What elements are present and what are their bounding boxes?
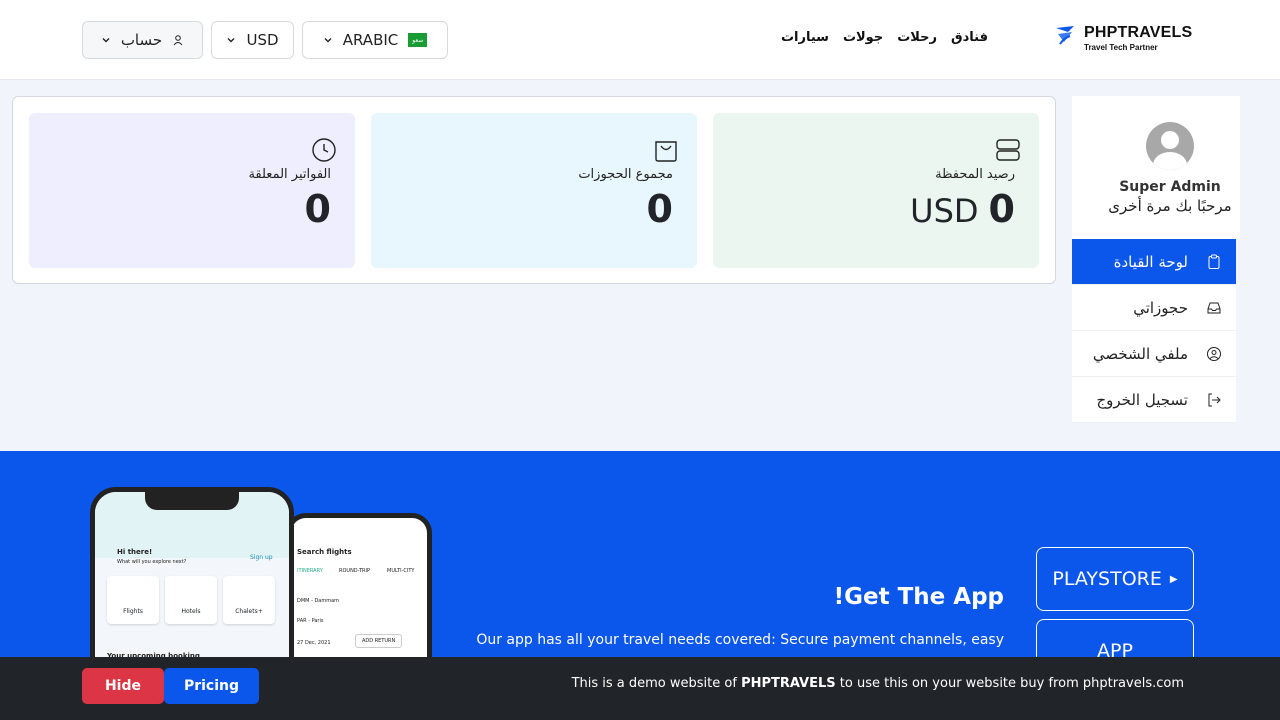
demo-notice-suffix: to use this on your website buy from php… (839, 676, 1184, 691)
nav-tours[interactable]: جولات (843, 30, 883, 45)
pending-invoices-label: الفواتير المعلقة (248, 167, 331, 182)
total-bookings-card: مجموع الحجوزات 0 (371, 113, 697, 268)
demo-notice: This is a demo website of PHPTRAVELS to … (572, 676, 1184, 691)
demo-notice-prefix: This is a demo website of (571, 676, 737, 691)
wallet-balance-card: رصيد المحفظة USD 0 (713, 113, 1039, 268)
sidebar-menu: لوحة القيادة حجوزاتي ملفي الشخصي تسجيل ا… (1072, 239, 1236, 423)
currency-label: USD (246, 31, 279, 49)
chevron-down-icon (102, 38, 110, 43)
logo[interactable]: PHPTRAVELS Travel Tech Partner (1054, 24, 1192, 52)
logo-title: PHPTRAVELS (1084, 23, 1193, 41)
sidebar-item-profile[interactable]: ملفي الشخصي (1072, 331, 1236, 377)
saudi-flag-icon: سعو (408, 33, 428, 47)
language-dropdown[interactable]: ARABIC سعو (302, 21, 448, 59)
user-circle-icon (1207, 346, 1221, 361)
account-label: حساب (120, 31, 163, 49)
nav-flights[interactable]: رحلات (897, 30, 937, 45)
play-icon: ▶ (1169, 573, 1178, 585)
main-nav: فنادق رحلات جولات سيارات (781, 30, 988, 45)
total-bookings-label: مجموع الحجوزات (578, 167, 673, 182)
chevron-down-icon (227, 38, 235, 43)
top-header: PHPTRAVELS Travel Tech Partner فنادق رحل… (0, 0, 1280, 80)
chevron-down-icon (324, 38, 332, 43)
nav-cars[interactable]: سيارات (781, 30, 829, 45)
logo-subtitle: Travel Tech Partner (1084, 42, 1158, 52)
demo-notice-brand: PHPTRAVELS (741, 676, 836, 691)
sidebar-item-label: حجوزاتي (1133, 298, 1188, 317)
pending-invoices-card: الفواتير المعلقة 0 (29, 113, 355, 268)
account-dropdown[interactable]: حساب (82, 21, 203, 59)
stats-panel: رصيد المحفظة USD 0 مجموع الحجوزات 0 الفو… (12, 96, 1056, 284)
clipboard-icon (1208, 254, 1220, 269)
playstore-button[interactable]: PLAYSTORE ▶ (1036, 547, 1194, 611)
language-label: ARABIC (342, 31, 399, 49)
logo-mark-icon (1056, 26, 1074, 45)
avatar (1146, 122, 1194, 170)
total-bookings-amount: 0 (646, 187, 673, 231)
currency-dropdown[interactable]: USD (211, 21, 294, 59)
logout-icon (1208, 393, 1221, 406)
user-icon (173, 35, 183, 46)
sidebar-item-logout[interactable]: تسجيل الخروج (1072, 377, 1236, 423)
wallet-balance-label: رصيد المحفظة (935, 167, 1015, 182)
get-app-description: Our app has all your travel needs covere… (476, 632, 1004, 648)
pricing-button[interactable]: Pricing (164, 668, 259, 704)
hide-button[interactable]: Hide (82, 668, 164, 704)
sidebar-item-label: ملفي الشخصي (1092, 344, 1188, 363)
sidebar-item-dashboard[interactable]: لوحة القيادة (1072, 239, 1236, 285)
get-app-title: !Get The App (833, 584, 1004, 610)
clock-icon (312, 138, 336, 162)
playstore-label: PLAYSTORE (1052, 568, 1162, 590)
server-icon (996, 139, 1020, 161)
pending-invoices-value: 0 (305, 187, 331, 231)
sidebar-item-label: لوحة القيادة (1113, 252, 1188, 271)
inbox-icon (1207, 302, 1221, 313)
wallet-currency: USD (910, 192, 979, 230)
profile-welcome: مرحبًا بك مرة أخرى (1108, 197, 1232, 215)
wallet-amount: 0 (988, 187, 1015, 231)
shopping-bag-icon (655, 141, 677, 162)
pending-invoices-amount: 0 (304, 187, 331, 231)
demo-bar: Hide Pricing This is a demo website of P… (0, 657, 1280, 720)
profile-card: Super Admin مرحبًا بك مرة أخرى (1072, 96, 1240, 239)
total-bookings-value: 0 (647, 187, 673, 231)
nav-hotels[interactable]: فنادق (951, 30, 988, 45)
wallet-balance-value: USD 0 (910, 187, 1015, 231)
profile-name: Super Admin (1119, 179, 1221, 195)
sidebar-item-bookings[interactable]: حجوزاتي (1072, 285, 1236, 331)
sidebar-item-label: تسجيل الخروج (1096, 390, 1188, 409)
